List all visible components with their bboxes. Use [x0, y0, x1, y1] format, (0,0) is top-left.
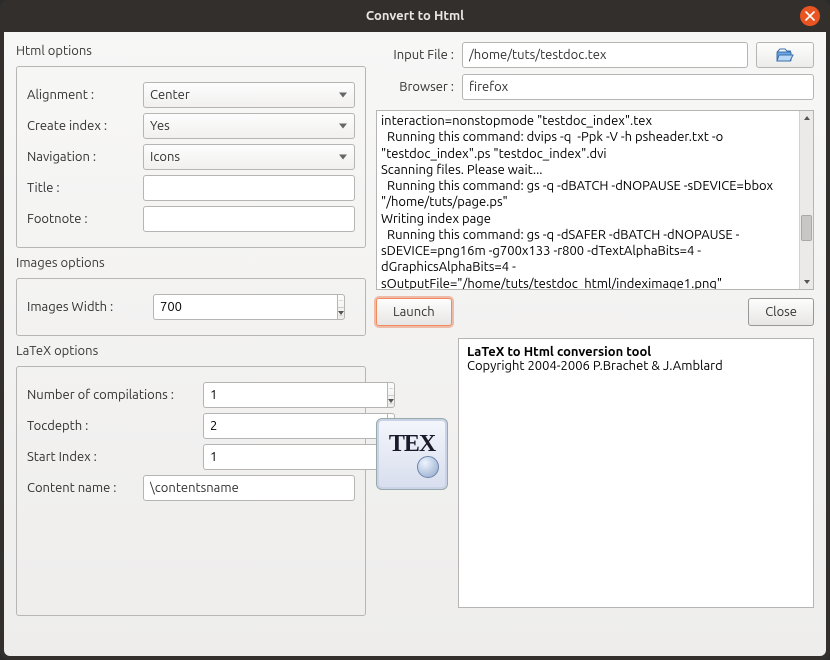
info-title: LaTeX to Html conversion tool	[467, 345, 805, 359]
window-close-button[interactable]	[800, 6, 820, 26]
scroll-up-icon	[804, 116, 810, 120]
images-options-label: Images options	[16, 256, 366, 270]
html-options-label: Html options	[16, 44, 366, 58]
title-input[interactable]	[143, 175, 355, 201]
input-file-input[interactable]	[462, 42, 748, 68]
input-file-label: Input File :	[376, 48, 454, 62]
right-column: Input File : Browser : interaction=nonst…	[376, 42, 814, 646]
scrollbar-thumb[interactable]	[801, 215, 812, 241]
start-index-input[interactable]	[203, 444, 387, 470]
titlebar: Convert to Html	[0, 0, 830, 32]
html-options-group: Alignment : Center Create index : Yes Na…	[16, 66, 366, 248]
title-label: Title :	[27, 181, 137, 195]
images-width-spinbox[interactable]	[153, 294, 313, 320]
content-name-label: Content name :	[27, 481, 137, 495]
chevron-up-icon	[338, 300, 344, 301]
open-file-button[interactable]	[756, 42, 814, 68]
chevron-down-icon	[338, 311, 344, 316]
log-text[interactable]: interaction=nonstopmode "testdoc_index".…	[377, 111, 799, 289]
info-box: LaTeX to Html conversion tool Copyright …	[458, 338, 814, 608]
images-width-input[interactable]	[153, 294, 337, 320]
start-index-spinbox[interactable]	[203, 444, 303, 470]
tocdepth-input[interactable]	[203, 413, 387, 439]
info-copyright: Copyright 2004-2006 P.Brachet & J.Amblar…	[467, 359, 805, 373]
tex-logo-text: TEX	[389, 431, 435, 458]
globe-icon	[417, 456, 439, 478]
content-name-input[interactable]	[143, 475, 355, 501]
left-column: Html options Alignment : Center Create i…	[16, 42, 366, 646]
dialog-window: Convert to Html Html options Alignment :…	[0, 0, 830, 660]
log-output: interaction=nonstopmode "testdoc_index".…	[376, 110, 814, 290]
alignment-combobox[interactable]: Center	[143, 82, 355, 108]
compilations-label: Number of compilations :	[27, 388, 197, 402]
tex-logo-icon: TEX	[376, 418, 448, 490]
create-index-combobox[interactable]: Yes	[143, 113, 355, 139]
alignment-label: Alignment :	[27, 88, 137, 102]
log-scrollbar[interactable]	[799, 111, 813, 289]
navigation-label: Navigation :	[27, 150, 137, 164]
scroll-down-icon	[804, 280, 810, 284]
images-width-step-up[interactable]	[338, 295, 344, 308]
compilations-spinbox[interactable]	[203, 382, 303, 408]
images-options-group: Images Width :	[16, 278, 366, 336]
images-width-label: Images Width :	[27, 300, 147, 314]
browser-label: Browser :	[376, 80, 454, 94]
footnote-label: Footnote :	[27, 212, 137, 226]
tocdepth-label: Tocdepth :	[27, 419, 197, 433]
create-index-label: Create index :	[27, 119, 137, 133]
compilations-input[interactable]	[203, 382, 387, 408]
images-width-step-down[interactable]	[338, 308, 344, 320]
latex-options-label: LaTeX options	[16, 344, 366, 358]
footnote-input[interactable]	[143, 206, 355, 232]
window-title: Convert to Html	[366, 9, 464, 23]
content-area: Html options Alignment : Center Create i…	[4, 32, 826, 656]
latex-options-group: Number of compilations : Tocdepth :	[16, 366, 366, 616]
tocdepth-spinbox[interactable]	[203, 413, 303, 439]
close-button[interactable]: Close	[748, 298, 814, 326]
launch-button[interactable]: Launch	[376, 298, 452, 326]
open-file-icon	[775, 47, 795, 63]
start-index-label: Start Index :	[27, 450, 197, 464]
browser-input[interactable]	[462, 74, 814, 100]
close-icon	[805, 11, 815, 21]
navigation-combobox[interactable]: Icons	[143, 144, 355, 170]
